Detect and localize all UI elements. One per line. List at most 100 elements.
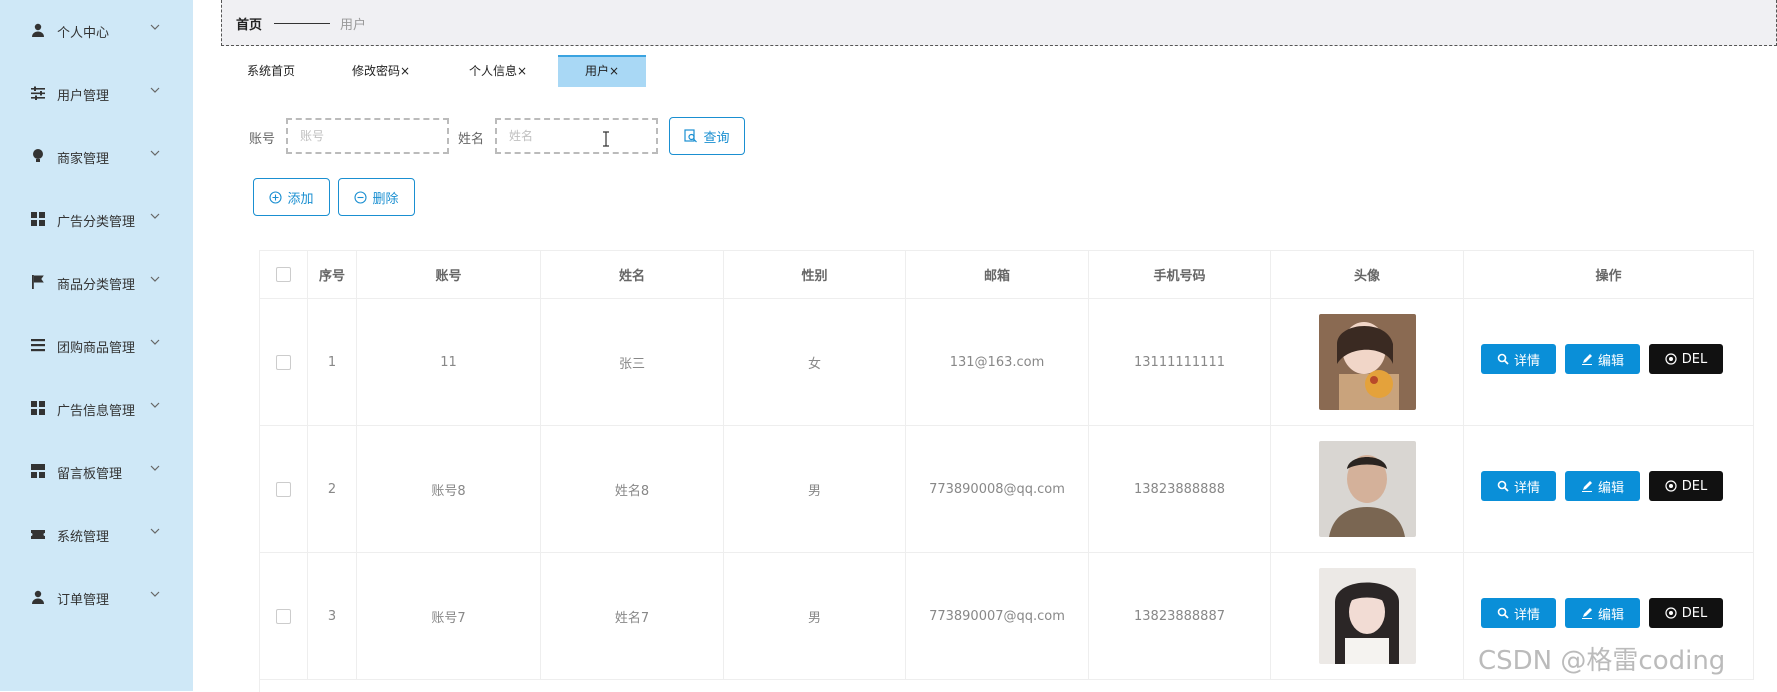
sidebar-item-label: 团购商品管理 — [57, 341, 136, 356]
sidebar-item-label: 广告信息管理 — [57, 404, 136, 419]
detail-button[interactable]: 详情 — [1481, 471, 1556, 501]
delete-button[interactable]: 删除 — [338, 178, 415, 216]
cell-actions: 详情 编辑 DEL — [1464, 299, 1754, 426]
sliders-icon — [31, 86, 45, 100]
detail-button[interactable]: 详情 — [1481, 344, 1556, 374]
close-circle-icon — [1665, 480, 1677, 492]
sidebar-item-system-mgmt[interactable]: 系统管理 — [0, 514, 193, 554]
avatar-photo-2[interactable] — [1318, 441, 1416, 537]
chevron-down-icon — [150, 150, 160, 156]
column-header: 性别 — [724, 251, 906, 299]
edit-button-label: 编辑 — [1597, 607, 1624, 623]
cell-avatar — [1271, 426, 1464, 553]
name-input[interactable] — [495, 118, 658, 154]
sidebar-item-user-mgmt[interactable]: 用户管理 — [0, 73, 193, 113]
row-select-cell — [260, 426, 308, 553]
column-header: 手机号码 — [1089, 251, 1271, 299]
pencil-icon — [1581, 354, 1592, 365]
column-header: 头像 — [1271, 251, 1464, 299]
breadcrumb-separator — [274, 23, 330, 24]
del-button-label: DEL — [1681, 351, 1708, 367]
add-button[interactable]: 添加 — [253, 178, 330, 216]
sidebar-item-label: 订单管理 — [57, 593, 110, 608]
search-icon — [1497, 607, 1509, 619]
row-checkbox[interactable] — [276, 608, 291, 624]
tab-user[interactable]: 用户× — [558, 55, 646, 87]
chevron-down-icon — [150, 339, 160, 345]
row-checkbox[interactable] — [276, 481, 291, 497]
sidebar-item-groupbuy-goods-mgmt[interactable]: 团购商品管理 — [0, 325, 193, 365]
chevron-down-icon — [150, 24, 160, 30]
cell-index: 1 — [308, 299, 357, 426]
cell-account: 账号8 — [357, 426, 541, 553]
del-button-label: DEL — [1681, 605, 1708, 621]
edit-button[interactable]: 编辑 — [1565, 471, 1640, 501]
row-select-cell — [260, 299, 308, 426]
del-button[interactable]: DEL — [1649, 344, 1723, 374]
sidebar-item-label: 广告分类管理 — [57, 215, 136, 230]
cell-name: 张三 — [541, 299, 724, 426]
bulb-icon — [33, 149, 43, 162]
sidebar-item-label: 留言板管理 — [57, 467, 123, 482]
ticket-icon — [31, 530, 45, 539]
query-button[interactable]: 查询 — [669, 117, 745, 155]
sidebar-item-merchant-mgmt[interactable]: 商家管理 — [0, 136, 193, 176]
sidebar-item-ad-category-mgmt[interactable]: 广告分类管理 — [0, 199, 193, 239]
cell-name: 姓名8 — [541, 426, 724, 553]
tab-change-password[interactable]: 修改密码× — [352, 55, 410, 87]
text-cursor-icon — [603, 131, 609, 147]
row-checkbox[interactable] — [276, 354, 291, 370]
cell-gender: 男 — [724, 426, 906, 553]
breadcrumb-current: 用户 — [340, 18, 367, 33]
account-input[interactable] — [286, 118, 449, 154]
pencil-icon — [1581, 481, 1592, 492]
tab-system-home[interactable]: 系统首页 — [247, 55, 295, 87]
sidebar-item-label: 用户管理 — [57, 89, 110, 104]
query-button-label: 查询 — [703, 130, 730, 146]
chevron-down-icon — [150, 591, 160, 597]
sidebar-item-order-mgmt[interactable]: 订单管理 — [0, 577, 193, 617]
sidebar-item-ad-info-mgmt[interactable]: 广告信息管理 — [0, 388, 193, 428]
user-icon — [32, 590, 44, 604]
delete-button-label: 删除 — [372, 191, 399, 207]
search-icon — [684, 129, 698, 143]
avatar-photo-1[interactable] — [1318, 314, 1416, 410]
edit-button-label: 编辑 — [1597, 353, 1624, 369]
cell-email: 773890007@qq.com — [906, 553, 1089, 680]
sidebar-item-label: 个人中心 — [57, 26, 110, 41]
del-button[interactable]: DEL — [1649, 598, 1723, 628]
sidebar-item-goods-category-mgmt[interactable]: 商品分类管理 — [0, 262, 193, 302]
column-header: 操作 — [1464, 251, 1754, 299]
breadcrumb-home[interactable]: 首页 — [236, 14, 262, 33]
cell-gender: 女 — [724, 299, 906, 426]
cell-account: 账号7 — [357, 553, 541, 680]
column-header: 邮箱 — [906, 251, 1089, 299]
grid-icon — [31, 212, 45, 226]
sidebar-item-personal-center[interactable]: 个人中心 — [0, 10, 193, 50]
cell-actions: 详情 编辑 DEL — [1464, 426, 1754, 553]
dashboard-icon — [31, 464, 45, 478]
cell-index: 3 — [308, 553, 357, 680]
edit-button-label: 编辑 — [1597, 480, 1624, 496]
grid-icon — [31, 401, 45, 415]
chevron-down-icon — [150, 465, 160, 471]
edit-button[interactable]: 编辑 — [1565, 344, 1640, 374]
del-button-label: DEL — [1681, 478, 1708, 494]
add-button-label: 添加 — [287, 191, 314, 207]
del-button[interactable]: DEL — [1649, 471, 1723, 501]
cell-name: 姓名7 — [541, 553, 724, 680]
select-all-checkbox[interactable] — [276, 267, 291, 282]
chevron-down-icon — [150, 87, 160, 93]
list-icon — [31, 339, 45, 352]
cell-phone: 13823888887 — [1089, 553, 1271, 680]
sidebar-item-label: 商品分类管理 — [57, 278, 136, 293]
search-icon — [1497, 353, 1509, 365]
tab-personal-info[interactable]: 个人信息× — [469, 55, 527, 87]
detail-button[interactable]: 详情 — [1481, 598, 1556, 628]
edit-button[interactable]: 编辑 — [1565, 598, 1640, 628]
cell-avatar — [1271, 299, 1464, 426]
avatar-photo-3[interactable] — [1318, 568, 1416, 664]
minus-circle-icon — [354, 190, 368, 204]
flag-icon — [32, 275, 44, 289]
sidebar-item-message-board-mgmt[interactable]: 留言板管理 — [0, 451, 193, 491]
